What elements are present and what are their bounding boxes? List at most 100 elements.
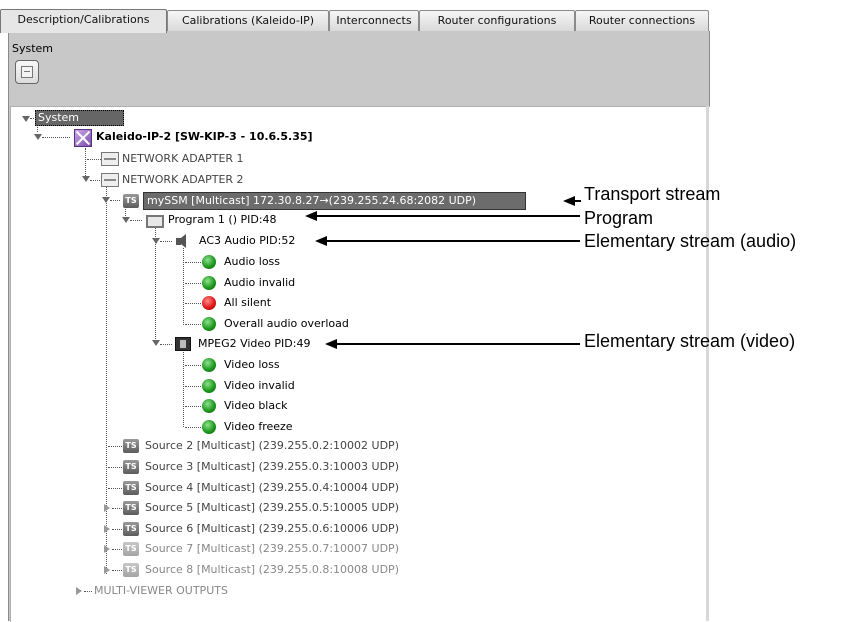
tree-connector (160, 241, 172, 242)
tree-connector (112, 549, 122, 550)
expand-toggle[interactable] (104, 566, 110, 574)
tree-connector (112, 529, 122, 530)
expand-toggle[interactable] (82, 176, 90, 182)
application-frame: Description/Calibrations Calibrations (K… (0, 0, 710, 622)
transport-stream-icon: TS (123, 563, 139, 577)
alarm-all-silent[interactable]: All silent (224, 293, 271, 313)
tree-item-system[interactable]: System (35, 110, 124, 126)
tab-router-connections[interactable]: Router connections (575, 10, 709, 31)
system-collapse-button[interactable] (15, 60, 39, 84)
status-green-icon (202, 358, 216, 372)
tree-item-network-adapter-1[interactable]: NETWORK ADAPTER 1 (122, 149, 244, 169)
tree-connector (160, 344, 172, 345)
expand-toggle[interactable] (152, 238, 160, 244)
kaleido-device-icon (74, 129, 92, 147)
tree-connector (185, 406, 201, 407)
tree-connector (155, 228, 156, 343)
annotation-elementary-audio: Elementary stream (audio) (584, 231, 797, 251)
transport-stream-icon: TS (123, 460, 139, 474)
status-red-icon (202, 296, 216, 310)
alarm-overall-audio-overload[interactable]: Overall audio overload (224, 314, 349, 334)
transport-stream-icon: TS (123, 542, 139, 556)
alarm-video-freeze[interactable]: Video freeze (224, 417, 293, 437)
expand-toggle[interactable] (104, 504, 110, 512)
tree-connector (185, 283, 201, 284)
tree-connector (106, 184, 107, 574)
expand-toggle[interactable] (152, 340, 160, 346)
video-icon (175, 337, 191, 351)
tree-item-source-8[interactable]: Source 8 [Multicast] (239.255.0.8:10008 … (145, 560, 399, 580)
tree-connector (108, 488, 122, 489)
tree-item-source-2[interactable]: Source 2 [Multicast] (239.255.0.2:10002 … (145, 436, 399, 456)
expand-toggle[interactable] (104, 545, 110, 553)
tree-item-source-4[interactable]: Source 4 [Multicast] (239.255.0.4:10004 … (145, 478, 399, 498)
network-adapter-icon (101, 152, 119, 166)
status-green-icon (202, 379, 216, 393)
tab-calibrations-kaleido-ip[interactable]: Calibrations (Kaleido-IP) (167, 10, 329, 31)
transport-stream-icon: TS (123, 501, 139, 515)
tree-connector (90, 180, 100, 181)
tree-connector (183, 350, 184, 427)
transport-arrow-line (573, 200, 581, 202)
tree-item-source-6[interactable]: Source 6 [Multicast] (239.255.0.6:10006 … (145, 519, 399, 539)
expand-toggle[interactable] (104, 525, 110, 533)
expand-toggle[interactable] (102, 197, 110, 203)
tree-item-network-adapter-2[interactable]: NETWORK ADAPTER 2 (122, 170, 244, 190)
tree-connector (185, 365, 201, 366)
tree-item-ac3-audio[interactable]: AC3 Audio PID:52 (199, 231, 295, 251)
expand-toggle[interactable] (34, 134, 42, 140)
tree-item-program-1[interactable]: Program 1 () PID:48 (168, 210, 277, 230)
tree-connector (185, 262, 201, 263)
program-arrow-line (315, 215, 580, 217)
system-label: System (12, 42, 54, 55)
program-icon (146, 215, 164, 228)
transport-stream-icon: TS (123, 481, 139, 495)
tree-connector (108, 446, 122, 447)
tree-connector (84, 591, 92, 592)
status-green-icon (202, 399, 216, 413)
tab-interconnects[interactable]: Interconnects (329, 10, 419, 31)
tree-item-source-3[interactable]: Source 3 [Multicast] (239.255.0.3:10003 … (145, 457, 399, 477)
collapse-icon (21, 66, 33, 78)
tree-connector (87, 159, 101, 160)
tree-connector (42, 137, 70, 138)
annotation-transport-stream: Transport stream (584, 184, 721, 204)
tab-router-configurations[interactable]: Router configurations (419, 10, 575, 31)
tree-connector (185, 427, 201, 428)
tree-connector (185, 324, 201, 325)
tab-bar: Description/Calibrations Calibrations (K… (0, 9, 709, 33)
transport-stream-icon: TS (123, 439, 139, 453)
tree-item-multi-viewer-outputs[interactable]: MULTI-VIEWER OUTPUTS (94, 581, 228, 601)
tree-item-kaleido-ip-2[interactable]: Kaleido-IP-2 [SW-KIP-3 - 10.6.5.35] (96, 127, 313, 147)
tree-connector (112, 508, 122, 509)
tree-connector (185, 303, 201, 304)
annotation-elementary-video: Elementary stream (video) (584, 331, 796, 351)
tree-connector (110, 200, 120, 201)
expand-toggle[interactable] (22, 116, 30, 122)
tree-connector (183, 248, 184, 325)
expand-toggle[interactable] (122, 217, 130, 223)
status-green-icon (202, 317, 216, 331)
transport-stream-icon: TS (123, 522, 139, 536)
transport-stream-icon: TS (123, 194, 139, 208)
status-green-icon (202, 420, 216, 434)
alarm-video-loss[interactable]: Video loss (224, 355, 280, 375)
audio-speaker-icon (177, 234, 186, 248)
tree-item-myssm[interactable]: mySSM [Multicast] 172.30.8.27→(239.255.2… (143, 192, 526, 210)
alarm-audio-invalid[interactable]: Audio invalid (224, 273, 295, 293)
tree-connector (112, 570, 122, 571)
status-green-icon (202, 255, 216, 269)
annotation-program: Program (584, 208, 654, 228)
status-green-icon (202, 276, 216, 290)
tree-item-source-5[interactable]: Source 5 [Multicast] (239.255.0.5:10005 … (145, 498, 399, 518)
tree-item-mpeg2-video[interactable]: MPEG2 Video PID:49 (198, 334, 310, 354)
tree-connector (130, 220, 142, 221)
tree-connector (185, 386, 201, 387)
tree-item-source-7[interactable]: Source 7 [Multicast] (239.255.0.7:10007 … (145, 539, 399, 559)
alarm-video-invalid[interactable]: Video invalid (224, 376, 295, 396)
tree-connector (108, 467, 122, 468)
alarm-video-black[interactable]: Video black (224, 396, 288, 416)
expand-toggle[interactable] (76, 587, 82, 595)
alarm-audio-loss[interactable]: Audio loss (224, 252, 280, 272)
tab-description-calibrations[interactable]: Description/Calibrations (0, 9, 167, 33)
